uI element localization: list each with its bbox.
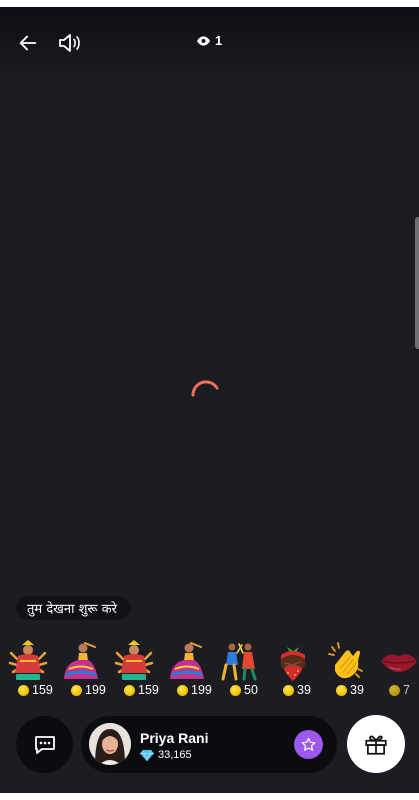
coin-icon bbox=[177, 684, 188, 696]
lips-icon bbox=[381, 654, 417, 672]
host-diamond-count: 33,165 bbox=[140, 749, 192, 761]
gift-price: 199 bbox=[71, 683, 106, 697]
viewer-count: 1 bbox=[197, 33, 222, 48]
back-button[interactable] bbox=[14, 29, 42, 57]
host-card[interactable]: Priya Rani 33,165 bbox=[81, 716, 337, 773]
scroll-handle[interactable] bbox=[415, 217, 419, 349]
gift-item-garba-dancer[interactable]: 199 bbox=[159, 635, 212, 705]
goddess-sticker-icon bbox=[114, 640, 154, 680]
gift-button[interactable] bbox=[347, 715, 405, 773]
arrow-left-icon bbox=[19, 35, 37, 51]
gift-item-goddess[interactable]: 159 bbox=[0, 635, 53, 705]
gift-price: 39 bbox=[336, 683, 364, 697]
start-watching-prompt: तुम देखना शुरू करे bbox=[16, 596, 131, 620]
spinner-icon bbox=[191, 380, 219, 397]
garba-dancer-sticker-icon bbox=[170, 642, 204, 679]
coin-icon bbox=[230, 684, 241, 696]
garba-dancer-sticker-icon bbox=[64, 642, 98, 679]
volume-button[interactable] bbox=[56, 29, 84, 57]
coin-icon bbox=[283, 684, 294, 696]
gift-item-dandiya-dancers[interactable]: 50 bbox=[212, 635, 265, 705]
follow-button[interactable] bbox=[294, 730, 323, 759]
gift-item-garba-dancer[interactable]: 199 bbox=[53, 635, 106, 705]
viewer-count-value: 1 bbox=[215, 33, 223, 48]
gift-price: 159 bbox=[124, 683, 159, 697]
goddess-sticker-icon bbox=[8, 640, 48, 680]
gift-item-clapping-hands[interactable]: 39 bbox=[318, 635, 371, 705]
avatar[interactable] bbox=[89, 723, 131, 765]
prompt-text: तुम देखना शुरू करे bbox=[27, 602, 117, 617]
coin-icon bbox=[124, 684, 135, 696]
gift-price: 7 bbox=[389, 683, 410, 697]
strawberry-icon bbox=[280, 647, 306, 681]
coin-icon bbox=[71, 684, 82, 696]
gift-price: 199 bbox=[177, 683, 212, 697]
gift-price: 50 bbox=[230, 683, 258, 697]
chat-bubble-icon bbox=[34, 735, 55, 754]
chat-button[interactable] bbox=[16, 716, 73, 773]
gift-item-goddess[interactable]: 159 bbox=[106, 635, 159, 705]
gift-icon bbox=[365, 735, 387, 755]
eye-icon bbox=[197, 35, 210, 46]
speaker-icon bbox=[59, 34, 80, 52]
top-bar: 1 bbox=[0, 7, 419, 77]
clapping-hands-icon bbox=[328, 642, 363, 679]
dandiya-dancers-sticker-icon bbox=[221, 643, 257, 681]
gift-item-lips[interactable]: 7 bbox=[371, 635, 419, 705]
host-name: Priya Rani bbox=[140, 730, 209, 746]
live-stream-screen: 1 तुम देखना शुरू करे 159 199 159 199 50 … bbox=[0, 7, 419, 793]
gift-price: 159 bbox=[18, 683, 53, 697]
gift-strip[interactable]: 159 199 159 199 50 39 39 7 bbox=[0, 635, 419, 705]
gift-item-chocolate-strawberry[interactable]: 39 bbox=[265, 635, 318, 705]
gift-price: 39 bbox=[283, 683, 311, 697]
star-icon bbox=[301, 737, 316, 751]
host-photo bbox=[89, 723, 131, 765]
coin-icon bbox=[336, 684, 347, 696]
diamond-icon bbox=[140, 749, 154, 761]
coin-icon bbox=[18, 684, 29, 696]
coin-icon bbox=[389, 684, 400, 696]
